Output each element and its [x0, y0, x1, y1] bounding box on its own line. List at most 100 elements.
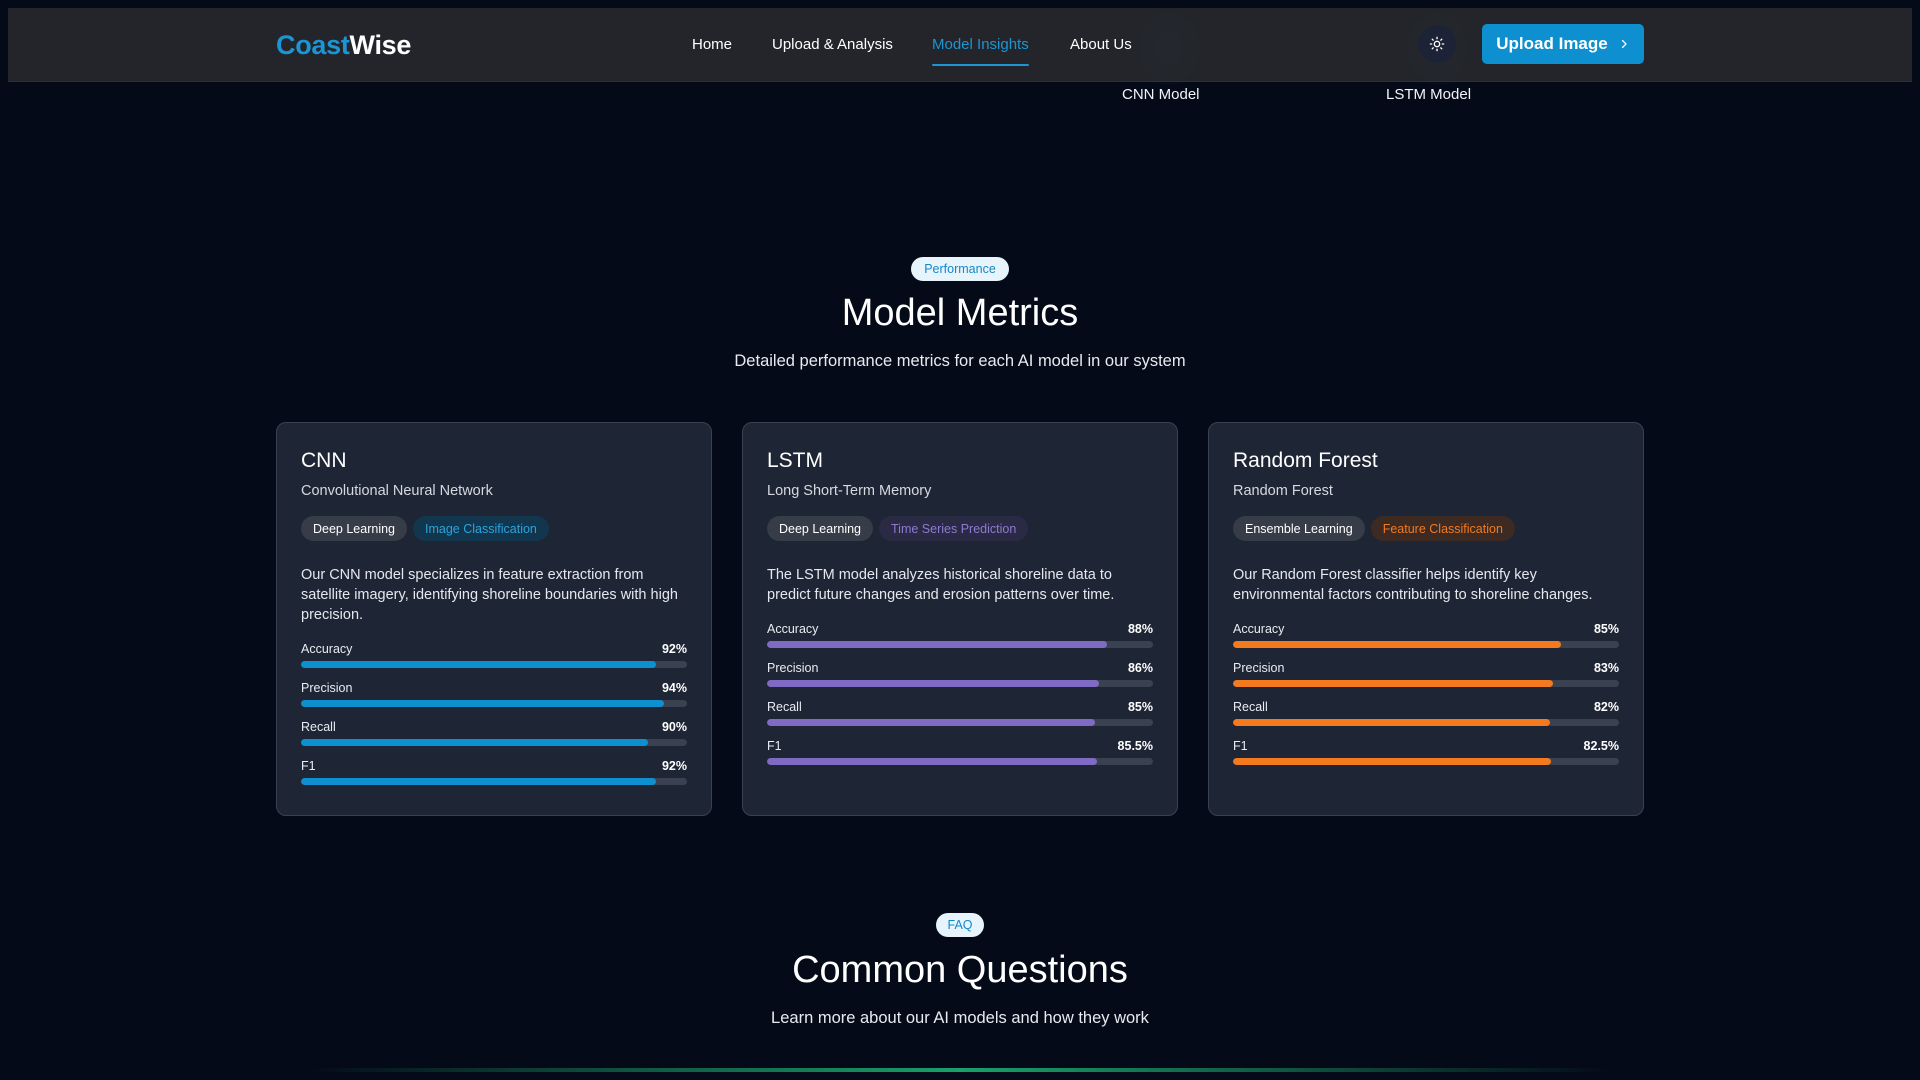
model-card-lstm: LSTM Long Short-Term Memory Deep Learning T… — [742, 422, 1178, 816]
metric-accuracy: Accuracy 92% — [301, 642, 687, 668]
theme-toggle-button[interactable] — [1418, 25, 1456, 63]
metric-bar-track — [301, 661, 687, 668]
metric-bar-track — [767, 758, 1153, 765]
task-tag: Image Classification — [413, 516, 549, 541]
nav-model-insights-label: Model Insights — [932, 36, 1029, 53]
metric-bar-track — [1233, 719, 1619, 726]
common-questions-title: Common Questions — [792, 949, 1128, 991]
metric-accuracy: Accuracy 85% — [1233, 622, 1619, 648]
metric-bar-fill — [1233, 719, 1550, 726]
nav-about-us[interactable]: About Us — [1070, 36, 1132, 53]
model-card-cnn: CNN Convolutional Neural Network Deep Lear… — [276, 422, 712, 816]
metric-bar-fill — [1233, 641, 1562, 648]
metric-label: Precision — [301, 681, 353, 695]
task-tag: Time Series Prediction — [879, 516, 1029, 541]
metric-bar-fill — [301, 700, 664, 707]
nav-home[interactable]: Home — [692, 36, 732, 53]
sun-icon — [1429, 36, 1445, 52]
metric-recall: Recall 82% — [1233, 700, 1619, 726]
metric-bar-track — [767, 641, 1153, 648]
metric-value: 88% — [1127, 622, 1153, 636]
metric-value: 85% — [1127, 700, 1153, 714]
model-description: Our CNN model specializes in feature ext… — [301, 567, 678, 623]
metric-precision: Precision 86% — [767, 661, 1153, 687]
metric-value: 82.5% — [1583, 739, 1619, 753]
metric-bar-fill — [767, 680, 1099, 687]
metric-value: 85% — [1593, 622, 1619, 636]
metric-f1: F1 85.5% — [767, 739, 1153, 765]
metric-bar-fill — [301, 739, 649, 746]
metric-bar-fill — [767, 641, 1107, 648]
nav-model-insights[interactable]: Model Insights — [932, 36, 1029, 66]
metric-bar-track — [301, 700, 687, 707]
task-tag: Feature Classification — [1370, 516, 1515, 541]
model-description: The LSTM model analyzes historical shore… — [767, 567, 1115, 603]
metric-bar-track — [301, 739, 687, 746]
metric-label: F1 — [767, 739, 782, 753]
metric-bar-track — [1233, 641, 1619, 648]
metric-bar-track — [301, 778, 687, 785]
metric-f1: F1 82.5% — [1233, 739, 1619, 765]
metric-value: 94% — [661, 681, 687, 695]
model-metrics-title: Model Metrics — [841, 292, 1079, 334]
model-tags: Deep Learning Image Classification — [301, 516, 687, 541]
model-card-fullname: Random Forest — [1233, 483, 1333, 499]
category-tag: Deep Learning — [301, 516, 408, 541]
metric-bar-fill — [1233, 680, 1554, 687]
logo-part-coast: Coast — [276, 30, 350, 60]
metric-precision: Precision 94% — [301, 681, 687, 707]
metric-value: 85.5% — [1117, 739, 1153, 753]
metric-bar-fill — [767, 719, 1096, 726]
metric-value: 92% — [661, 759, 687, 773]
metric-label: Accuracy — [301, 642, 353, 656]
metric-bar-fill — [301, 778, 657, 785]
active-nav-indicator — [932, 64, 1029, 66]
faq-badge: FAQ — [936, 913, 984, 937]
metric-label: Recall — [1233, 700, 1268, 714]
metric-label: F1 — [301, 759, 316, 773]
category-tag: Ensemble Learning — [1233, 516, 1365, 541]
upload-image-button[interactable]: Upload Image — [1482, 24, 1644, 64]
logo-part-wise: Wise — [349, 30, 412, 60]
bottom-accent-line — [308, 1068, 1612, 1072]
metric-value: 83% — [1593, 661, 1619, 675]
metric-bar-track — [1233, 758, 1619, 765]
metric-label: Accuracy — [1233, 622, 1285, 636]
metric-bar-fill — [767, 758, 1098, 765]
metric-label: Accuracy — [767, 622, 819, 636]
lstm-model-label: LSTM Model — [1386, 86, 1472, 103]
model-card-title: Random Forest — [1233, 449, 1378, 472]
nav-upload-analysis[interactable]: Upload & Analysis — [772, 36, 893, 53]
upload-image-label: Upload Image — [1496, 34, 1608, 53]
model-metrics-subtitle: Detailed performance metrics for each AI… — [734, 352, 1186, 370]
metric-bar-fill — [301, 661, 657, 668]
chevron-right-icon — [1621, 39, 1627, 49]
model-tags: Ensemble Learning Feature Classification — [1233, 516, 1619, 541]
page: CNN Model LSTM Model CoastWise Home Uplo… — [8, 8, 1912, 1072]
model-card-title: LSTM — [767, 449, 824, 472]
metric-label: Precision — [767, 661, 819, 675]
model-card-fullname: Convolutional Neural Network — [301, 483, 493, 499]
metric-bar-track — [1233, 680, 1619, 687]
metric-recall: Recall 90% — [301, 720, 687, 746]
metric-value: 92% — [661, 642, 687, 656]
model-description: Our Random Forest classifier helps ident… — [1233, 567, 1593, 603]
metric-precision: Precision 83% — [1233, 661, 1619, 687]
metric-recall: Recall 85% — [767, 700, 1153, 726]
model-card-fullname: Long Short-Term Memory — [767, 483, 932, 499]
metric-value: 86% — [1127, 661, 1153, 675]
metric-f1: F1 92% — [301, 759, 687, 785]
metric-label: Precision — [1233, 661, 1285, 675]
model-card-random-forest: Random Forest Random Forest Ensemble Learn… — [1208, 422, 1644, 816]
category-tag: Deep Learning — [767, 516, 874, 541]
metric-value: 90% — [661, 720, 687, 734]
common-questions-subtitle: Learn more about our AI models and how t… — [771, 1009, 1149, 1027]
metric-value: 82% — [1593, 700, 1619, 714]
metric-bar-fill — [1233, 758, 1552, 765]
model-tags: Deep Learning Time Series Prediction — [767, 516, 1153, 541]
performance-badge: Performance — [911, 257, 1009, 281]
metric-label: F1 — [1233, 739, 1248, 753]
logo[interactable]: CoastWise — [276, 30, 411, 61]
metric-bar-track — [767, 719, 1153, 726]
top-navbar: CoastWise Home Upload & Analysis Model I… — [8, 8, 1912, 82]
